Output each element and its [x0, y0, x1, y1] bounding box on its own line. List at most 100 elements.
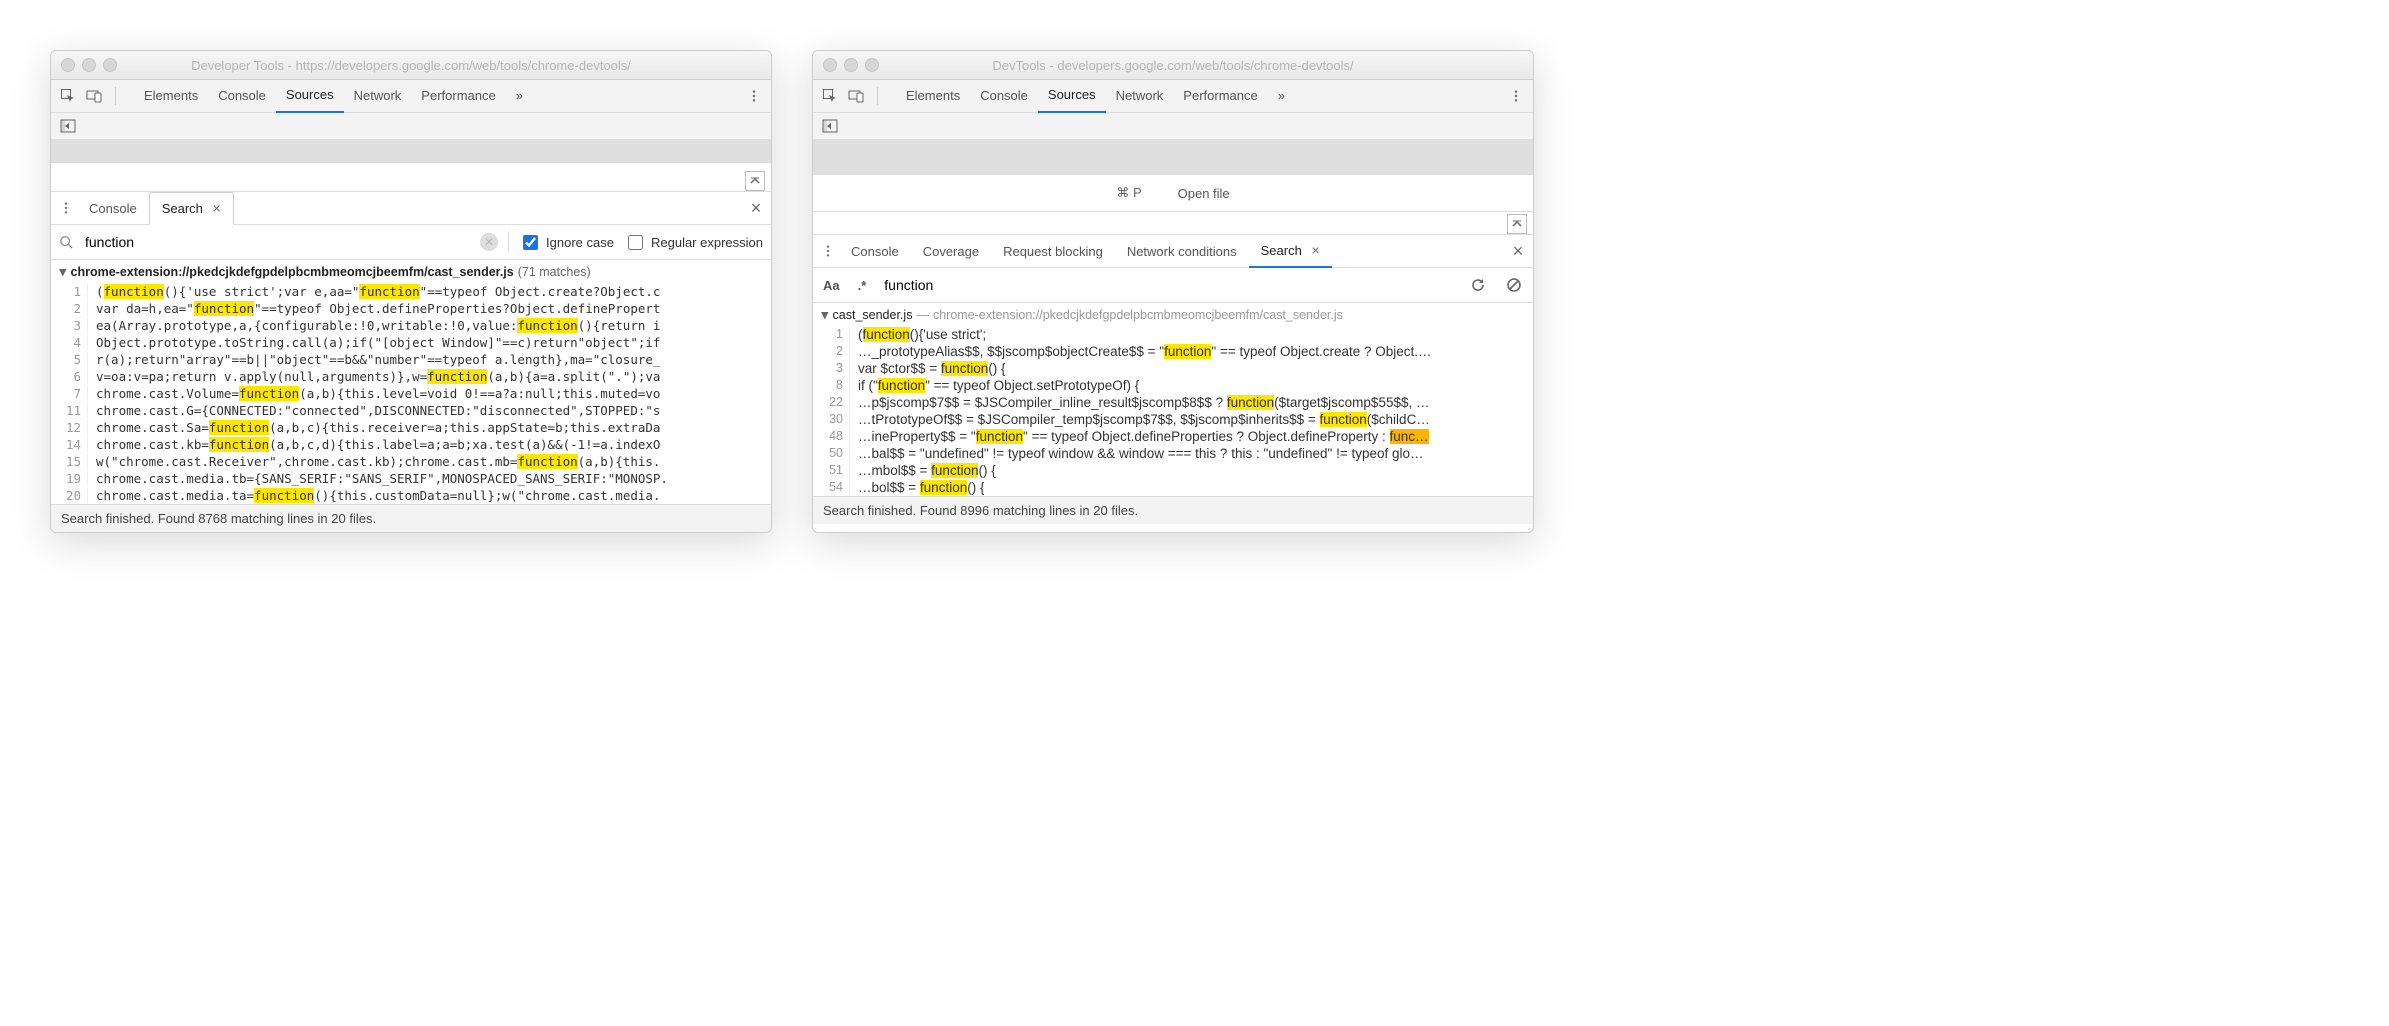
tab-sources[interactable]: Sources [1038, 79, 1106, 113]
minimize-dot-icon[interactable] [844, 58, 858, 72]
drawer-tab-console[interactable]: Console [839, 236, 911, 267]
match-case-icon[interactable]: Aa [821, 276, 842, 295]
status-bar: Search finished. Found 8996 matching lin… [813, 496, 1533, 524]
search-input[interactable] [83, 233, 470, 251]
shortcut-label: ⌘ P [1116, 185, 1141, 201]
device-toggle-icon[interactable] [83, 85, 105, 107]
drawer-tab-coverage[interactable]: Coverage [911, 236, 991, 267]
tab-performance[interactable]: Performance [1173, 80, 1267, 112]
result-line[interactable]: 5r(a);return"array"==b||"object"==b&&"nu… [51, 351, 771, 368]
close-dot-icon[interactable] [61, 58, 75, 72]
drawer-tab-network-conditions[interactable]: Network conditions [1115, 236, 1249, 267]
result-line[interactable]: 50…bal$$ = "undefined" != typeof window … [813, 445, 1533, 462]
result-line[interactable]: 14chrome.cast.kb=function(a,b,c,d){this.… [51, 436, 771, 453]
collapse-drawer-icon[interactable] [1507, 214, 1527, 234]
result-line[interactable]: 22…p$jscomp$7$$ = $JSCompiler_inline_res… [813, 394, 1533, 411]
result-line[interactable]: 51…mbol$$ = function() { [813, 462, 1533, 479]
result-line[interactable]: 3ea(Array.prototype,a,{configurable:!0,w… [51, 317, 771, 334]
tab-network[interactable]: Network [1106, 80, 1174, 112]
drawer-kebab-icon[interactable] [55, 197, 77, 219]
result-line[interactable]: 20chrome.cast.media.ta=function(){this.c… [51, 487, 771, 504]
inspect-icon[interactable] [57, 85, 79, 107]
ignore-case-input[interactable] [523, 235, 538, 250]
collapse-drawer-icon[interactable] [745, 171, 765, 191]
result-group-header[interactable]: ▼ cast_sender.js — chrome-extension://pk… [813, 303, 1533, 326]
tab-performance[interactable]: Performance [411, 80, 505, 112]
search-input[interactable] [882, 276, 1186, 294]
clear-icon[interactable] [1503, 274, 1525, 296]
zoom-dot-icon[interactable] [103, 58, 117, 72]
drawer-tab-search[interactable]: Search × [1249, 235, 1332, 268]
disclosure-triangle-icon[interactable]: ▼ [59, 264, 67, 279]
group-sep: — [916, 308, 929, 322]
result-line[interactable]: 7chrome.cast.Volume=function(a,b){this.l… [51, 385, 771, 402]
result-line[interactable]: 6v=oa:v=pa;return v.apply(null,arguments… [51, 368, 771, 385]
drawer-kebab-icon[interactable] [817, 240, 839, 262]
code-text: (function(){'use strict';var e,aa="funct… [88, 284, 660, 299]
tab-network[interactable]: Network [344, 80, 412, 112]
result-line[interactable]: 2…_prototypeAlias$$, $$jscomp$objectCrea… [813, 343, 1533, 360]
result-line[interactable]: 1(function(){'use strict';var e,aa="func… [51, 283, 771, 300]
close-dot-icon[interactable] [823, 58, 837, 72]
drawer-tab-request-blocking[interactable]: Request blocking [991, 236, 1115, 267]
result-line[interactable]: 54…bol$$ = function() { [813, 479, 1533, 496]
drawer-tab-label: Search [1261, 243, 1302, 258]
result-line[interactable]: 8if ("function" == typeof Object.setProt… [813, 377, 1533, 394]
inspect-icon[interactable] [819, 85, 841, 107]
toggle-navigator-icon[interactable] [819, 115, 841, 137]
result-line[interactable]: 3var $ctor$$ = function() { [813, 360, 1533, 377]
code-text: var $ctor$$ = function() { [850, 361, 1005, 376]
main-toolbar: Elements Console Sources Network Perform… [813, 80, 1533, 113]
sources-subbar [51, 113, 771, 140]
ignore-case-checkbox[interactable]: Ignore case [519, 232, 614, 253]
regex-icon[interactable]: .* [856, 276, 869, 295]
line-number: 48 [813, 429, 850, 444]
search-icon [59, 235, 73, 249]
disclosure-triangle-icon[interactable]: ▼ [821, 307, 829, 322]
result-line[interactable]: 19chrome.cast.media.tb={SANS_SERIF:"SANS… [51, 470, 771, 487]
refresh-icon[interactable] [1467, 274, 1489, 296]
tab-elements[interactable]: Elements [896, 80, 970, 112]
tabs-overflow[interactable]: » [1268, 80, 1295, 112]
drawer-tab-search[interactable]: Search × [149, 192, 234, 225]
code-text: …bol$$ = function() { [850, 480, 984, 495]
clear-search-icon[interactable]: ✕ [480, 233, 498, 251]
result-group-header[interactable]: ▼ chrome-extension://pkedcjkdefgpdelpbcm… [51, 260, 771, 283]
close-icon[interactable]: × [1311, 242, 1319, 258]
tab-console[interactable]: Console [970, 80, 1038, 112]
line-number: 8 [813, 378, 850, 393]
titlebar[interactable]: Developer Tools - https://developers.goo… [51, 51, 771, 80]
code-text: …tPrototypeOf$$ = $JSCompiler_temp$jscom… [850, 412, 1430, 427]
close-icon[interactable]: × [213, 200, 221, 216]
regex-input[interactable] [628, 235, 643, 250]
line-number: 50 [813, 446, 850, 461]
result-line[interactable]: 30…tPrototypeOf$$ = $JSCompiler_temp$jsc… [813, 411, 1533, 428]
result-line[interactable]: 1(function(){'use strict'; [813, 326, 1533, 343]
drawer-tab-console[interactable]: Console [77, 193, 149, 224]
titlebar[interactable]: DevTools - developers.google.com/web/too… [813, 51, 1533, 80]
regex-checkbox[interactable]: Regular expression [624, 232, 763, 253]
result-line[interactable]: 12chrome.cast.Sa=function(a,b,c){this.re… [51, 419, 771, 436]
zoom-dot-icon[interactable] [865, 58, 879, 72]
device-toggle-icon[interactable] [845, 85, 867, 107]
result-line[interactable]: 4Object.prototype.toString.call(a);if("[… [51, 334, 771, 351]
result-line[interactable]: 2var da=h,ea="function"==typeof Object.d… [51, 300, 771, 317]
tabs-overflow[interactable]: » [506, 80, 533, 112]
code-text: …bal$$ = "undefined" != typeof window &&… [850, 446, 1424, 461]
status-bar: Search finished. Found 8768 matching lin… [51, 504, 771, 532]
close-drawer-icon[interactable]: × [1507, 240, 1529, 262]
kebab-menu-icon[interactable] [1505, 85, 1527, 107]
tab-elements[interactable]: Elements [134, 80, 208, 112]
tab-sources[interactable]: Sources [276, 79, 344, 113]
tab-console[interactable]: Console [208, 80, 276, 112]
open-file-hint: ⌘ P Open file [813, 175, 1533, 212]
kebab-menu-icon[interactable] [743, 85, 765, 107]
close-drawer-icon[interactable]: × [745, 197, 767, 219]
result-line[interactable]: 15w("chrome.cast.Receiver",chrome.cast.k… [51, 453, 771, 470]
code-text: Object.prototype.toString.call(a);if("[o… [88, 335, 660, 350]
toggle-navigator-icon[interactable] [57, 115, 79, 137]
result-line[interactable]: 48…ineProperty$$ = "function" == typeof … [813, 428, 1533, 445]
result-line[interactable]: 11chrome.cast.G={CONNECTED:"connected",D… [51, 402, 771, 419]
minimize-dot-icon[interactable] [82, 58, 96, 72]
code-text: chrome.cast.Volume=function(a,b){this.le… [88, 386, 660, 401]
